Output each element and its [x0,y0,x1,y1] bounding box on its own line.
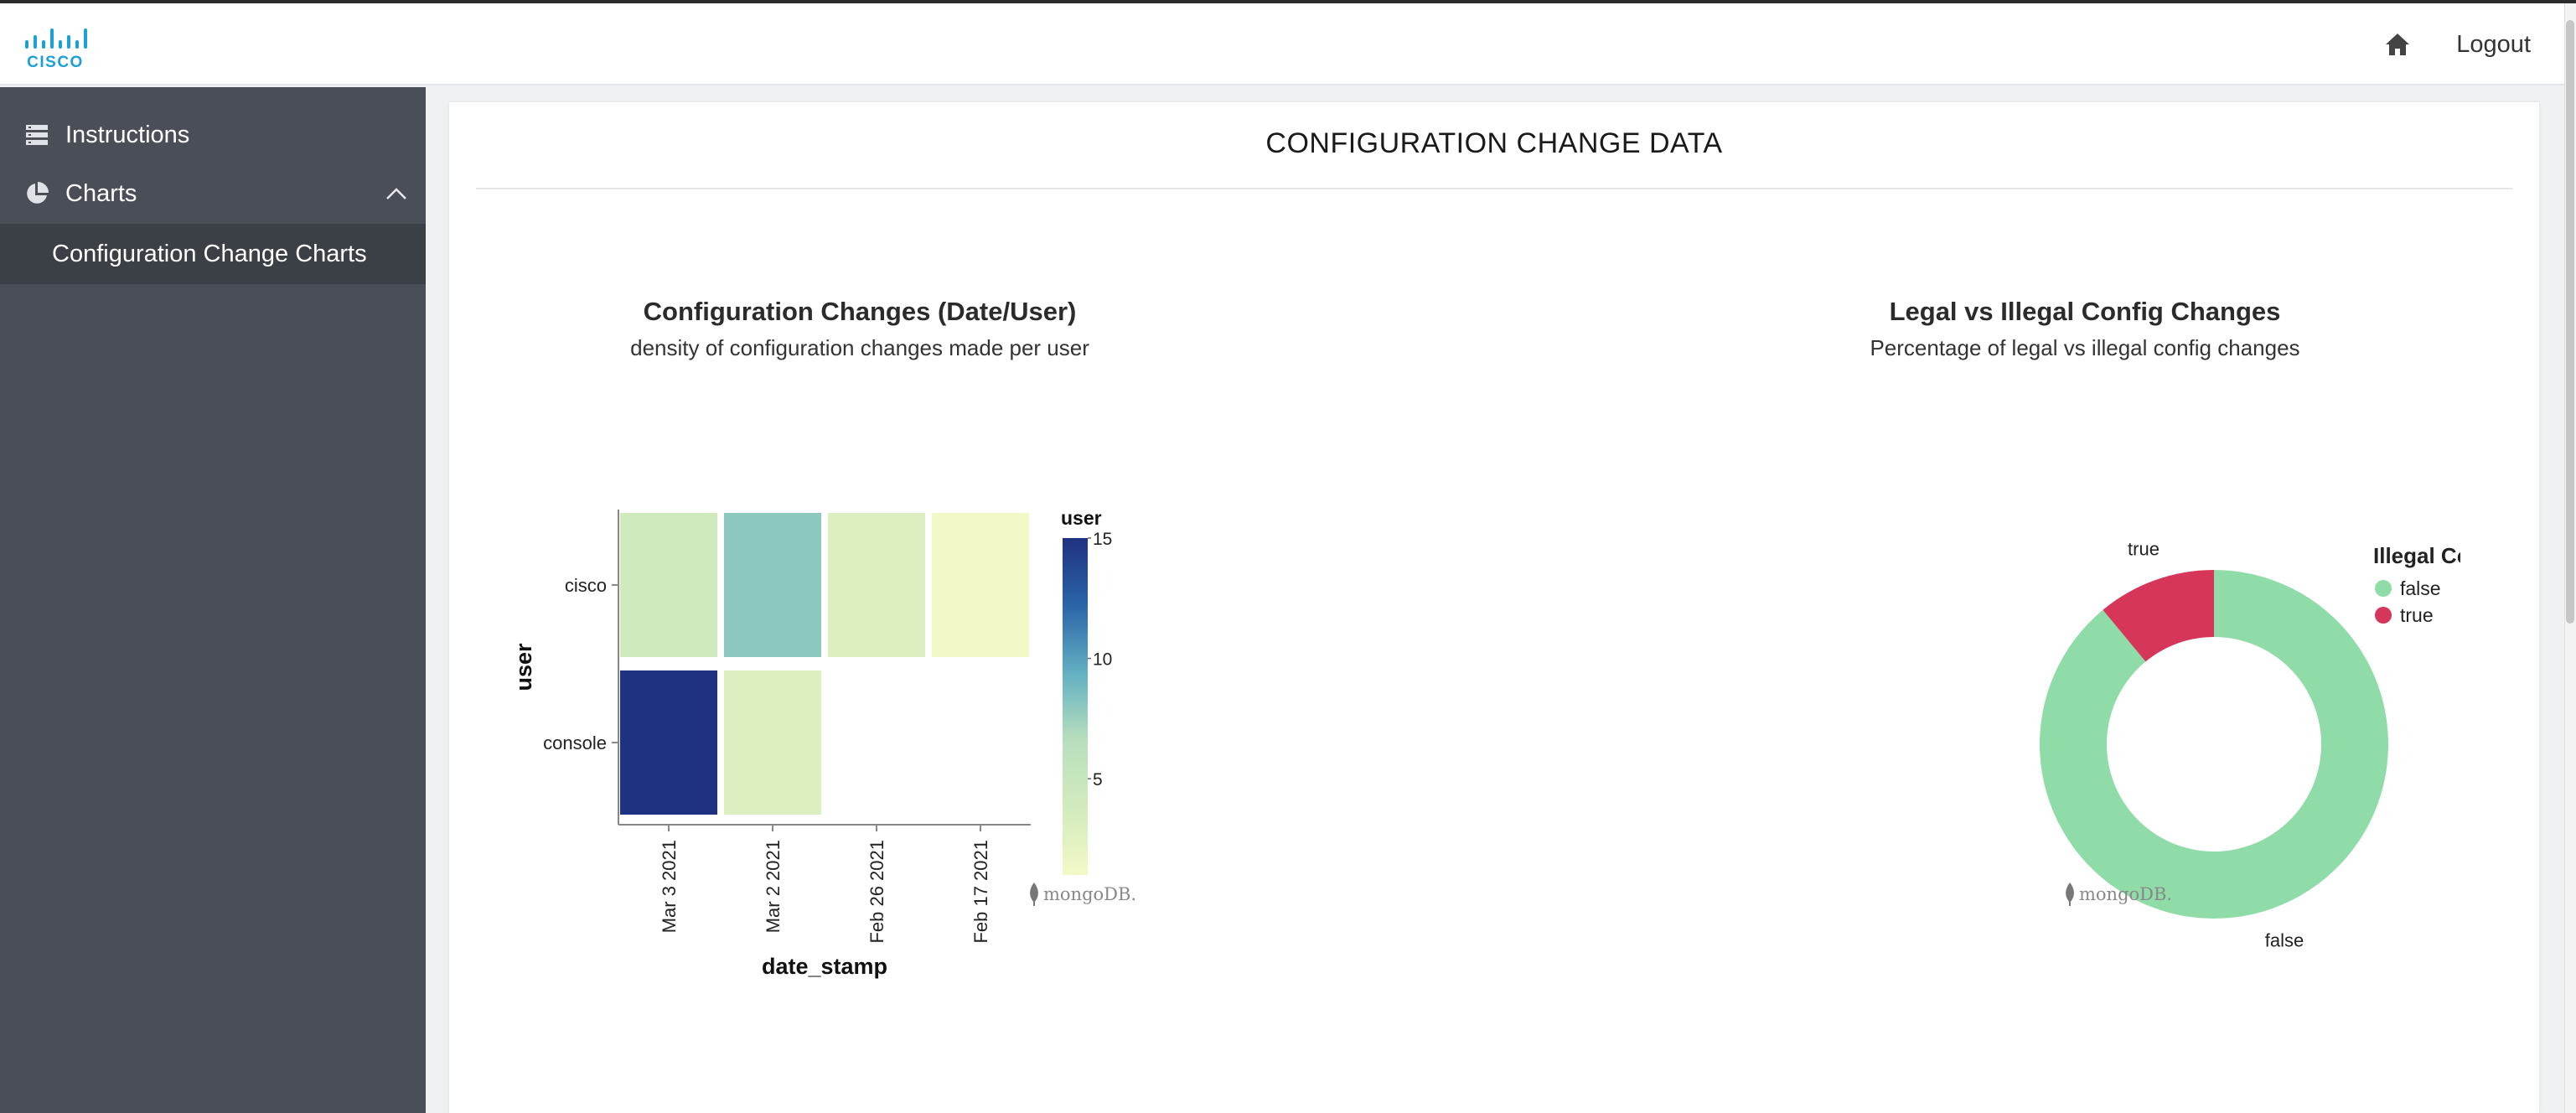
donut-legend-swatch [2375,580,2392,597]
logout-link[interactable]: Logout [2456,31,2531,59]
home-icon[interactable] [2382,29,2413,60]
mongodb-leaf-icon [1030,883,1038,906]
heatmap-x-tick-label: Feb 26 2021 [866,840,887,944]
heatmap-y-tick-label: cisco [565,575,607,596]
mongodb-wordmark: mongoDB. [2079,884,2173,904]
heatmap-cell[interactable] [724,513,821,657]
heatmap-cell[interactable] [724,670,821,815]
heatmap-x-tick-label: Mar 2 2021 [763,840,784,933]
server-list-icon [23,122,50,148]
sidebar: Instructions Charts Configuration Change… [0,87,426,1113]
heatmap-x-tick-label: Mar 3 2021 [659,840,680,933]
main-panel: CONFIGURATION CHANGE DATA Configuration … [449,102,2539,1113]
sidebar-item-instructions[interactable]: Instructions [0,106,426,164]
heatmap-x-axis-label: date_stamp [762,954,887,979]
page-scrollbar[interactable] [2564,3,2576,1113]
donut-chart: false true Illegal Config Change false tru… [2040,539,2460,950]
sidebar-subitem-configuration-change-charts[interactable]: Configuration Change Charts [0,224,426,284]
donut-legend-label: true [2400,604,2434,626]
mongodb-wordmark: mongoDB. [1043,884,1137,904]
heatmap-legend-title: user [1061,507,1102,529]
mongodb-watermark: mongoDB. [2063,882,2172,907]
heatmap-chart-subtitle: density of configuration changes made pe… [630,335,1089,360]
heatmap-cell[interactable] [828,513,925,657]
heatmap-legend-tick-label: 15 [1093,530,1112,549]
donut-chart-title: Legal vs Illegal Config Changes [1889,297,2281,326]
heatmap-y-axis-label: user [511,643,536,691]
page-title: CONFIGURATION CHANGE DATA [1265,127,1723,159]
donut-chart-subtitle: Percentage of legal vs illegal config ch… [1870,335,2300,360]
donut-legend-label: false [2400,577,2441,599]
sidebar-item-label: Instructions [65,121,190,148]
donut-legend-title: Illegal Config Change [2373,543,2460,568]
heatmap-cell[interactable] [620,513,717,657]
heatmap-y-tick-label: console [543,733,607,753]
mongodb-leaf-icon [2066,883,2074,906]
top-navbar: CISCO Logout [0,3,2564,85]
heatmap-cell[interactable] [932,513,1029,657]
heatmap-legend-gradient [1063,538,1088,875]
donut-slice-label: true [2128,539,2160,560]
scrollbar-thumb[interactable] [2566,20,2574,624]
donut-slice-label: false [2265,929,2304,950]
heatmap-legend-tick-label: 5 [1093,770,1103,789]
heatmap-cell[interactable] [620,670,717,815]
sidebar-item-charts[interactable]: Charts [0,164,426,223]
cisco-logo[interactable]: CISCO [23,23,94,71]
heatmap-chart-title: Configuration Changes (Date/User) [643,297,1077,326]
title-divider [476,188,2512,189]
donut-legend-swatch [2375,607,2392,624]
chevron-up-icon[interactable] [385,179,407,207]
heatmap-legend-tick-label: 10 [1093,650,1112,670]
mongodb-watermark: mongoDB. [1027,882,1136,907]
heatmap-x-tick-label: Feb 17 2021 [970,840,991,944]
pie-chart-icon [23,180,50,207]
sidebar-item-label: Charts [65,179,137,207]
cisco-wordmark: CISCO [27,54,84,70]
